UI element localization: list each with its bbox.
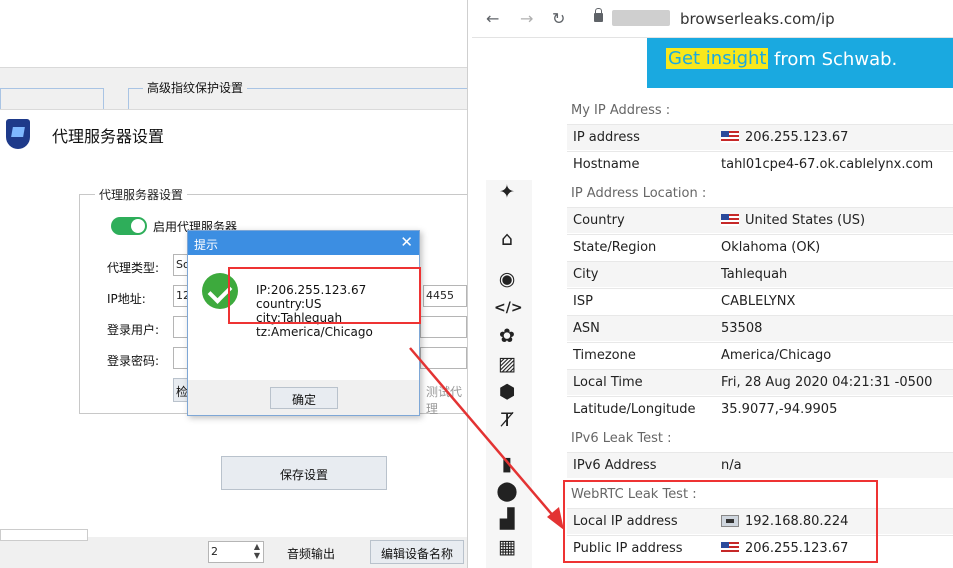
row-latlon: Latitude/Longitude 35.9077,-94.9905 <box>567 396 953 422</box>
ip-label: IP地址: <box>107 292 146 306</box>
row-ip-address: IP address 206.255.123.67 <box>567 124 953 150</box>
row-label: State/Region <box>573 240 657 255</box>
code-icon[interactable]: </> <box>494 297 523 319</box>
redacted-url-prefix <box>612 10 670 26</box>
lock-icon[interactable]: ▮ <box>494 453 520 475</box>
close-icon[interactable]: ✕ <box>400 233 413 251</box>
window-title: 代理服务器设置 <box>52 127 165 146</box>
my-ip-section-title: My IP Address : <box>571 103 671 118</box>
row-label: Timezone <box>573 348 636 363</box>
brick-wall-icon[interactable]: ▦ <box>494 536 520 558</box>
row-value: CABLELYNX <box>721 294 796 309</box>
row-value: 206.255.123.67 <box>745 130 849 145</box>
row-label: ASN <box>573 321 600 336</box>
row-label: Hostname <box>573 157 640 172</box>
row-value: United States (US) <box>745 213 866 228</box>
ok-button[interactable]: 确定 <box>270 387 338 409</box>
row-label: Country <box>573 213 625 228</box>
audio-output-label: 音频输出 <box>287 547 336 561</box>
row-label: ISP <box>573 294 593 309</box>
row-label: Latitude/Longitude <box>573 402 696 417</box>
row-label: Local Time <box>573 375 643 390</box>
row-region: State/Region Oklahoma (OK) <box>567 234 953 260</box>
proxy-groupbox-title: 代理服务器设置 <box>95 186 188 203</box>
row-asn: ASN 53508 <box>567 315 953 341</box>
edit-device-name-button[interactable]: 编辑设备名称 <box>370 540 464 564</box>
row-value: Tahlequah <box>721 267 788 282</box>
cube-icon[interactable]: ⬢ <box>494 381 520 403</box>
address-bar: ← → ↻ browserleaks.com/ip <box>472 0 953 38</box>
reload-icon[interactable]: ↻ <box>552 9 565 28</box>
home-icon[interactable]: ⌂ <box>494 228 520 250</box>
text-cursor-icon[interactable]: Ⱦ <box>494 409 520 431</box>
ad-highlight-text[interactable]: Get insight <box>666 48 769 69</box>
row-label: IP address <box>573 130 640 145</box>
us-flag-icon <box>721 131 739 143</box>
location-section-title: IP Address Location : <box>571 186 707 201</box>
row-value: 35.9077,-94.9905 <box>721 402 838 417</box>
fingerprint-settings-title: 高级指纹保护设置 <box>143 79 248 96</box>
url-text[interactable]: browserleaks.com/ip <box>680 10 835 28</box>
image-icon[interactable]: ▨ <box>494 353 520 375</box>
row-label: IPv6 Address <box>573 458 657 473</box>
background-bottom-strip: 2 ▲ ▼ 音频输出 编辑设备名称 <box>0 529 467 568</box>
save-settings-button[interactable]: 保存设置 <box>221 456 387 490</box>
ipv6-section-title: IPv6 Leak Test : <box>571 431 672 446</box>
map-marker-icon[interactable]: ⬤ <box>494 480 520 502</box>
broadcast-icon[interactable]: ◉ <box>494 268 520 290</box>
enable-proxy-toggle[interactable] <box>111 217 147 235</box>
row-value: tahl01cpe4-67.ok.cablelynx.com <box>721 157 934 172</box>
row-ipv6: IPv6 Address n/a <box>567 452 953 478</box>
pin-icon[interactable]: ✦ <box>494 181 520 203</box>
ad-text[interactable]: from Schwab. <box>774 49 897 70</box>
row-local-time: Local Time Fri, 28 Aug 2020 04:21:31 -05… <box>567 369 953 395</box>
row-value: 53508 <box>721 321 763 336</box>
row-isp: ISP CABLELYNX <box>567 288 953 314</box>
row-timezone: Timezone America/Chicago <box>567 342 953 368</box>
row-value: Oklahoma (OK) <box>721 240 821 255</box>
row-value: America/Chicago <box>721 348 832 363</box>
port-input[interactable]: 4455 <box>423 285 467 307</box>
login-user-input-right[interactable] <box>420 316 467 338</box>
dialog-title: 提示 <box>194 238 219 252</box>
login-user-label: 登录用户: <box>107 323 160 337</box>
row-country: Country United States (US) <box>567 207 953 233</box>
lock-icon <box>594 8 603 22</box>
dialog-titlebar: 提示 ✕ <box>188 231 419 255</box>
count-stepper-value: 2 <box>211 545 218 558</box>
stepper-arrows-icon[interactable]: ▲ ▼ <box>254 542 260 560</box>
row-value: Fri, 28 Aug 2020 04:21:31 -0500 <box>721 375 933 390</box>
row-value: n/a <box>721 458 742 473</box>
row-city: City Tahlequah <box>567 261 953 287</box>
back-arrow-icon[interactable]: ← <box>486 9 499 28</box>
row-hostname: Hostname tahl01cpe4-67.ok.cablelynx.com <box>567 151 953 177</box>
badge-icon[interactable]: ✿ <box>494 325 520 347</box>
count-stepper[interactable]: 2 ▲ ▼ <box>208 541 264 563</box>
proxy-type-label: 代理类型: <box>107 261 160 275</box>
us-flag-icon <box>721 214 739 226</box>
webrtc-highlight-box <box>563 480 878 563</box>
login-password-label: 登录密码: <box>107 354 160 368</box>
background-list <box>0 529 88 541</box>
row-label: City <box>573 267 599 282</box>
dialog-highlight-box <box>228 267 421 324</box>
login-password-input-right[interactable] <box>420 347 467 369</box>
app-logo-icon <box>6 119 30 149</box>
signal-bars-icon[interactable]: ▟ <box>494 508 520 530</box>
dialog-tz-line: tz:America/Chicago <box>256 325 373 339</box>
test-proxy-button[interactable]: 测试代理 <box>426 383 467 417</box>
background-app-toolbar <box>0 0 467 68</box>
forward-arrow-icon[interactable]: → <box>520 9 533 28</box>
